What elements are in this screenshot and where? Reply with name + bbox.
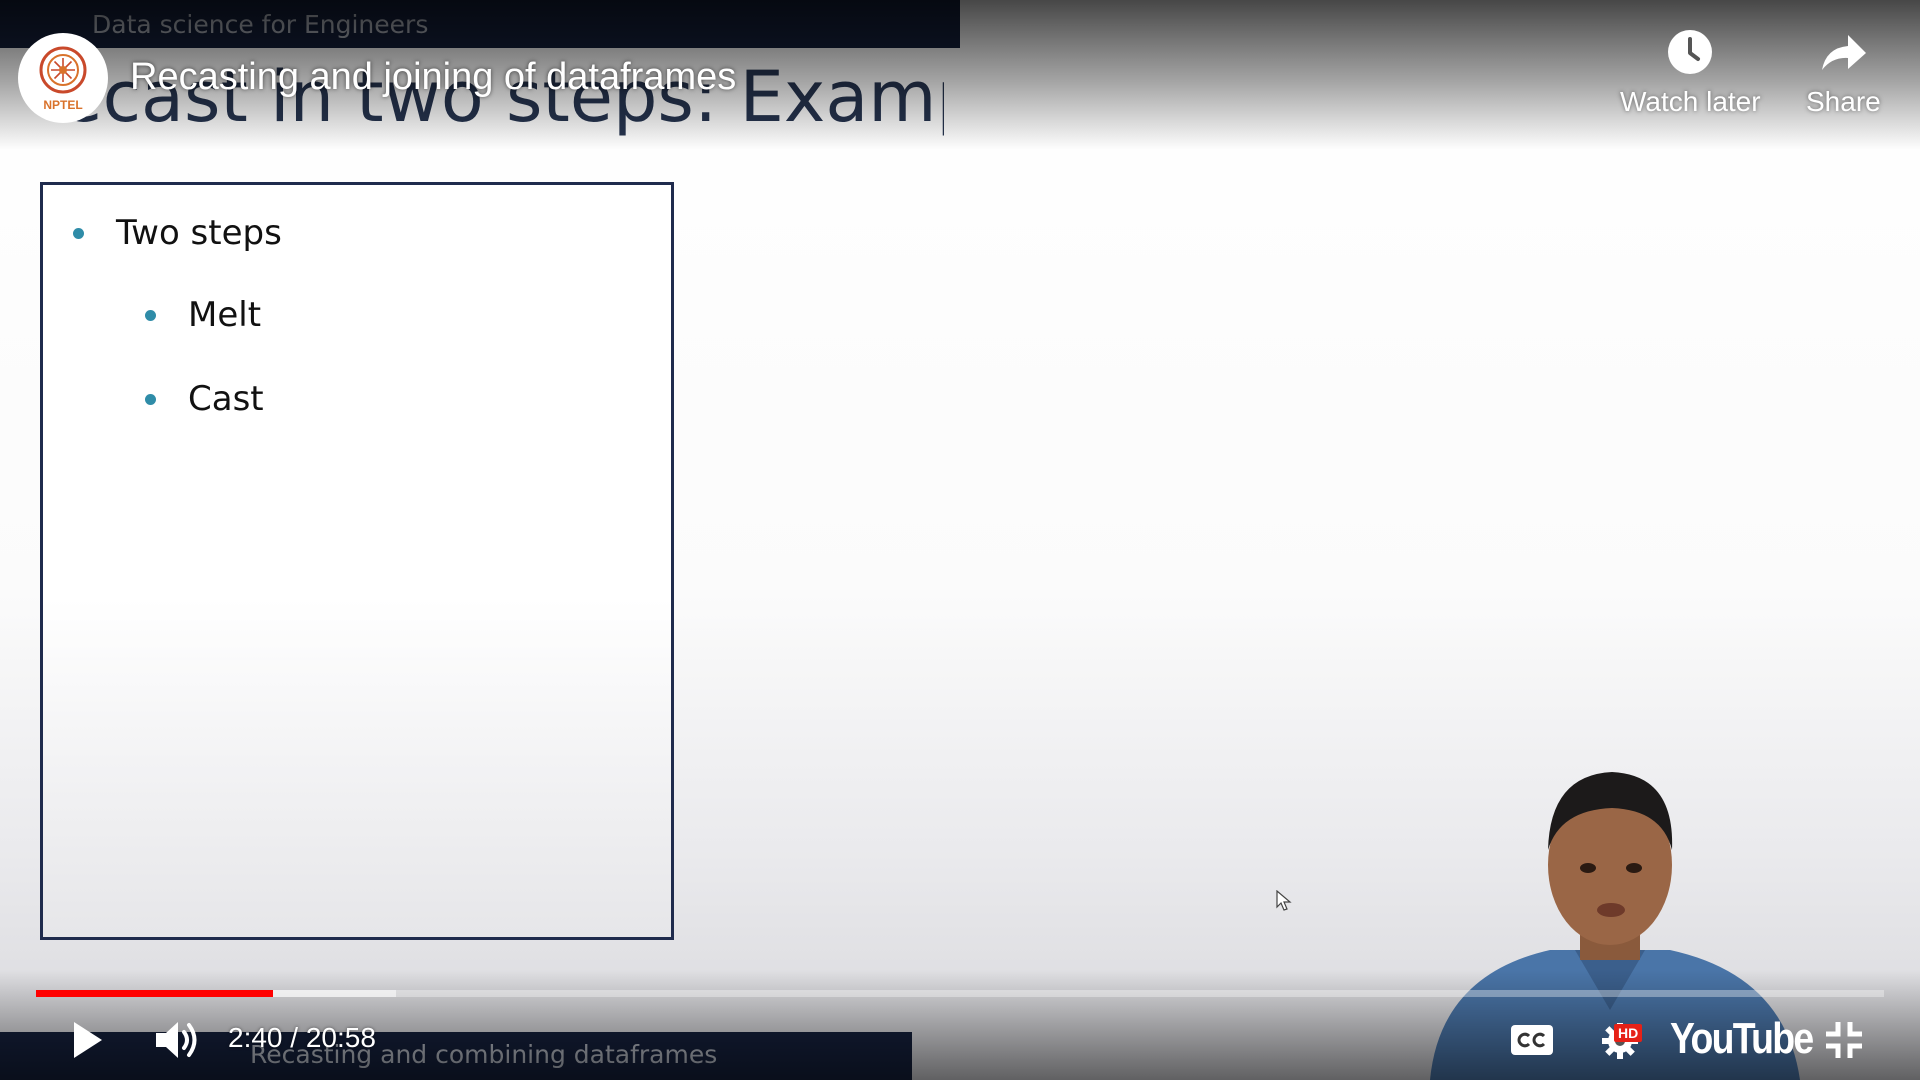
mouse-cursor-icon: [1276, 890, 1292, 911]
share-button[interactable]: Share: [1806, 28, 1881, 118]
channel-name: NPTEL: [43, 98, 83, 112]
exit-fullscreen-button[interactable]: [1822, 1018, 1866, 1062]
volume-button[interactable]: [152, 1018, 202, 1062]
progress-played: [36, 990, 273, 997]
watch-later-label: Watch later: [1620, 86, 1761, 117]
play-button[interactable]: [68, 1018, 108, 1062]
bullet-item: Two steps: [73, 213, 282, 253]
clock-icon: [1668, 30, 1713, 74]
watch-later-button[interactable]: Watch later: [1620, 28, 1761, 118]
cc-icon: [1511, 1025, 1553, 1055]
volume-icon: [156, 1022, 197, 1058]
course-title: Data science for Engineers: [92, 10, 429, 39]
video-title[interactable]: Recasting and joining of dataframes: [130, 56, 736, 99]
bullet-dot-icon: [73, 227, 84, 239]
sub-bullet-item: Cast: [145, 379, 264, 419]
bullet-dot-icon: [145, 309, 156, 321]
play-icon: [74, 1022, 102, 1058]
bullet-dot-icon: [145, 393, 156, 405]
captions-button[interactable]: [1508, 1022, 1556, 1058]
fullscreen-exit-icon: [1826, 1022, 1862, 1058]
nptel-logo-icon: [39, 46, 87, 94]
share-label: Share: [1806, 86, 1881, 117]
sub-bullet-item: Melt: [145, 295, 261, 335]
channel-avatar[interactable]: NPTEL: [18, 33, 108, 123]
youtube-logo[interactable]: YouTube: [1670, 1014, 1814, 1064]
hd-badge: HD: [1614, 1024, 1643, 1042]
video-player[interactable]: Data science for Engineers Recast in two…: [0, 0, 1920, 1080]
bullet-text: Melt: [188, 295, 262, 335]
share-arrow-icon: [1822, 35, 1867, 70]
time-display: 2:40 / 20:58: [228, 1022, 376, 1053]
progress-bar[interactable]: [36, 990, 1884, 997]
bullet-text: Two steps: [116, 213, 282, 253]
slide-content-box: Two steps Melt Cast: [40, 182, 674, 940]
bullet-text: Cast: [188, 379, 264, 419]
